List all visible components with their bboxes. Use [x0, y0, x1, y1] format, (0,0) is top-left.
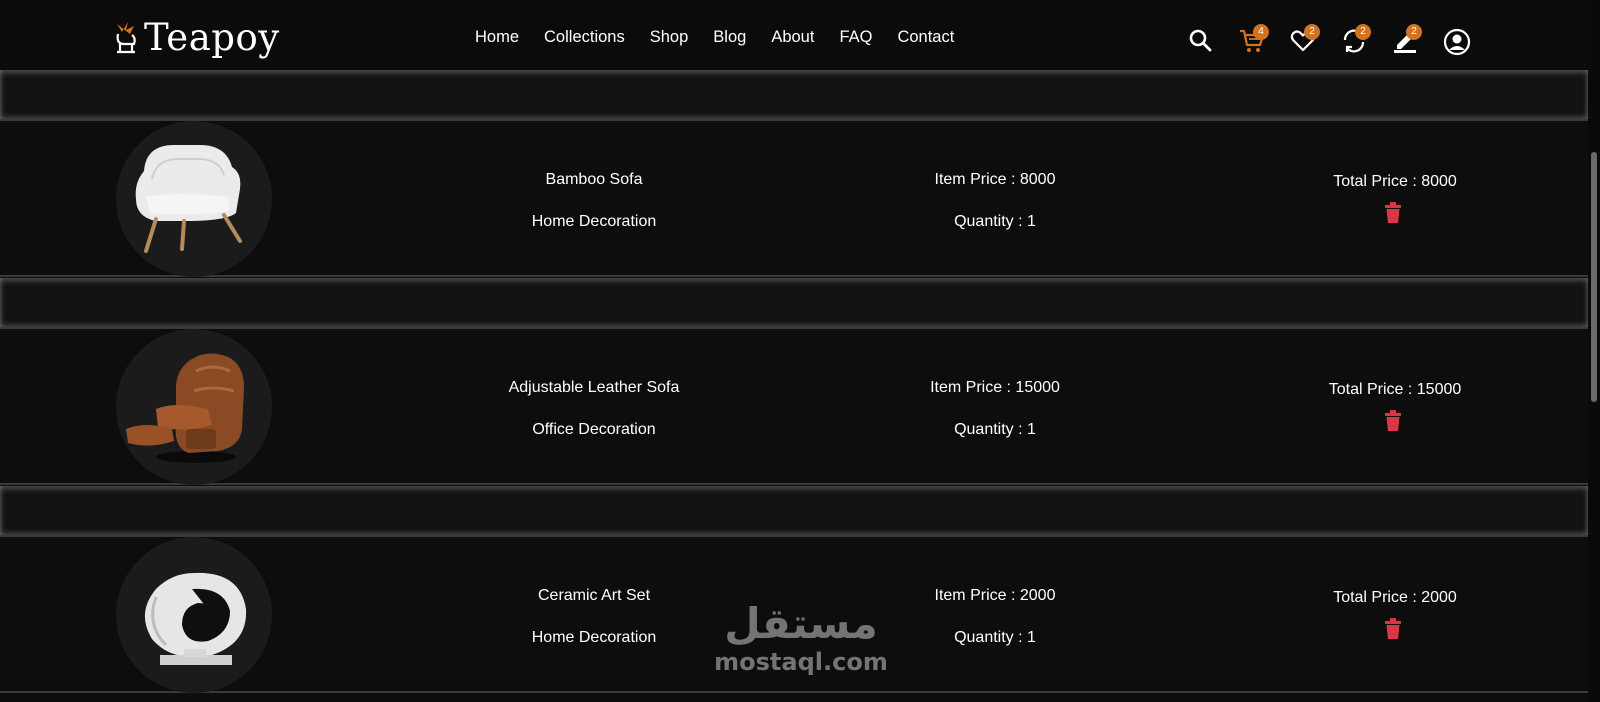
product-category: Home Decoration — [531, 213, 657, 230]
product-category: Home Decoration — [531, 629, 657, 646]
watermark-latin: mostaql.com — [714, 648, 888, 676]
scrollbar-thumb[interactable] — [1591, 152, 1597, 402]
item-price: Item Price : 15000 — [930, 379, 1060, 396]
wishlist-button[interactable]: 2 — [1290, 24, 1341, 56]
nav-shop[interactable]: Shop — [650, 28, 689, 47]
cart-row: Bamboo Sofa Home Decoration Item Price :… — [0, 119, 1588, 277]
trash-icon[interactable] — [1384, 202, 1402, 224]
total-price: Total Price : 8000 — [1333, 173, 1457, 190]
compare-button[interactable]: 2 — [1341, 24, 1392, 56]
scrollbar[interactable] — [1588, 0, 1600, 702]
nav-contact[interactable]: Contact — [897, 28, 954, 47]
header-icons: 4 2 2 2 — [1188, 24, 1494, 56]
item-price: Item Price : 2000 — [934, 587, 1056, 604]
search-button[interactable] — [1188, 26, 1239, 56]
sculpture-illustration — [144, 572, 247, 665]
nav-blog[interactable]: Blog — [713, 28, 746, 47]
product-name[interactable]: Bamboo Sofa — [494, 171, 694, 189]
quantity: Quantity : 1 — [954, 629, 1036, 646]
product-name[interactable]: Adjustable Leather Sofa — [494, 379, 694, 397]
trash-icon[interactable] — [1384, 410, 1402, 432]
main-nav: Home Collections Shop Blog About FAQ Con… — [475, 28, 979, 47]
quantity: Quantity : 1 — [954, 213, 1036, 230]
logo-text: Teapoy — [144, 15, 280, 59]
wishlist-badge: 2 — [1304, 24, 1320, 40]
edit-button[interactable]: 2 — [1392, 24, 1443, 56]
nav-collections[interactable]: Collections — [544, 28, 625, 47]
quantity: Quantity : 1 — [954, 421, 1036, 438]
nav-faq[interactable]: FAQ — [839, 28, 872, 47]
watermark-arabic: مستقل — [724, 599, 878, 648]
cart-badge: 4 — [1253, 24, 1269, 40]
item-price: Item Price : 8000 — [934, 171, 1056, 188]
watermark: مستقل mostaql.com — [706, 599, 896, 677]
row-separator — [0, 70, 1588, 120]
trash-icon[interactable] — [1384, 618, 1402, 640]
total-price: Total Price : 15000 — [1328, 381, 1462, 398]
cart-row: Adjustable Leather Sofa Office Decoratio… — [0, 327, 1588, 485]
total-price: Total Price : 2000 — [1333, 589, 1457, 606]
account-button[interactable] — [1443, 26, 1494, 56]
product-image-ceramic-sculpture[interactable] — [116, 537, 272, 693]
user-icon — [1443, 28, 1471, 56]
cart-button[interactable]: 4 — [1239, 24, 1290, 56]
armchair-illustration — [135, 145, 242, 253]
recliner-illustration — [126, 353, 244, 463]
row-separator — [0, 486, 1588, 536]
nav-home[interactable]: Home — [475, 28, 519, 47]
nav-about[interactable]: About — [771, 28, 814, 47]
search-icon — [1189, 29, 1212, 52]
product-image-white-armchair[interactable] — [116, 121, 272, 277]
product-name[interactable]: Ceramic Art Set — [494, 587, 694, 605]
logo[interactable]: Teapoy — [112, 14, 280, 60]
product-image-brown-recliner[interactable] — [116, 329, 272, 485]
row-separator — [0, 278, 1588, 328]
product-category: Office Decoration — [532, 421, 656, 438]
compare-badge: 2 — [1355, 24, 1371, 40]
edit-badge: 2 — [1406, 24, 1422, 40]
logo-chair-icon — [116, 22, 136, 54]
